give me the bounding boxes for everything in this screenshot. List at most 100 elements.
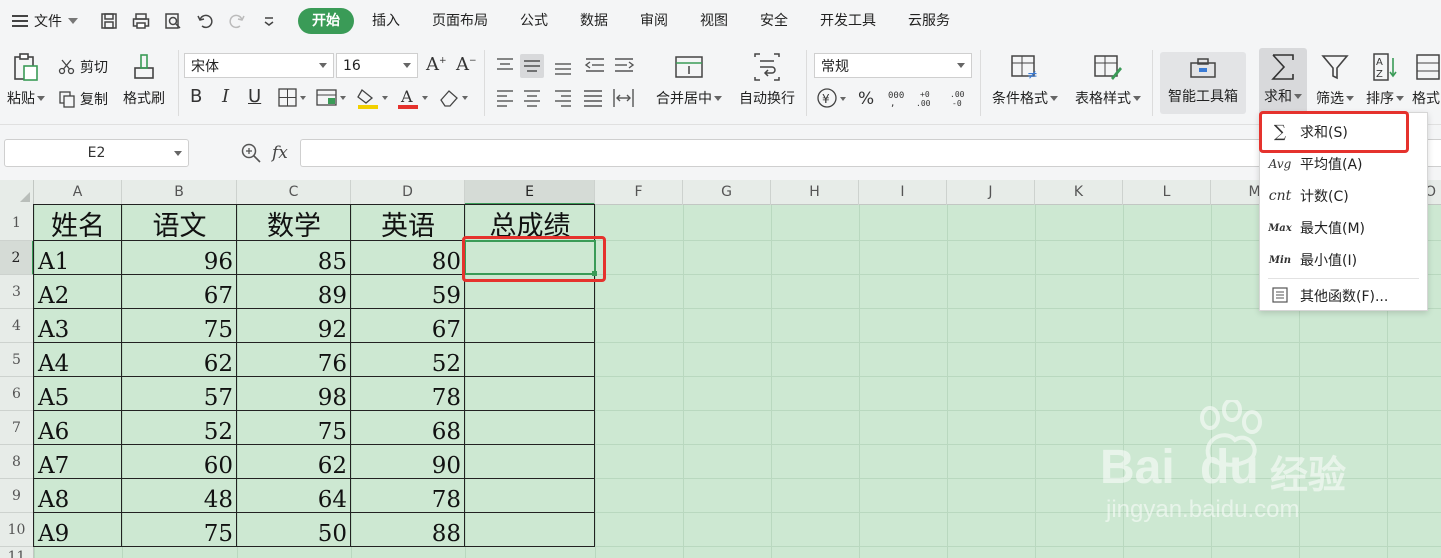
- font-color-icon[interactable]: A: [396, 86, 430, 110]
- font-name-select[interactable]: 宋体: [184, 53, 334, 78]
- table-cell[interactable]: [465, 479, 595, 513]
- column-header-d[interactable]: D: [351, 180, 465, 205]
- table-cell[interactable]: 75: [122, 309, 237, 343]
- vertical-align-group[interactable]: [494, 54, 636, 78]
- table-cell[interactable]: 90: [351, 445, 465, 479]
- column-header-k[interactable]: K: [1035, 180, 1123, 205]
- column-header-e[interactable]: E: [465, 180, 595, 205]
- tab-developer[interactable]: 开发工具: [806, 8, 890, 34]
- table-cell[interactable]: 50: [237, 513, 351, 547]
- format-painter-button[interactable]: 格式刷: [118, 42, 170, 122]
- table-cell[interactable]: 78: [351, 479, 465, 513]
- paste-button[interactable]: 粘贴: [4, 42, 48, 122]
- table-cell[interactable]: A7: [34, 445, 122, 479]
- column-header-b[interactable]: B: [122, 180, 237, 205]
- underline-icon[interactable]: U: [248, 86, 261, 107]
- number-format-select[interactable]: 常规: [814, 53, 972, 78]
- column-header-i[interactable]: I: [859, 180, 947, 205]
- table-cell[interactable]: A5: [34, 377, 122, 411]
- tab-review[interactable]: 审阅: [626, 8, 682, 34]
- insert-function-icon[interactable]: fx: [272, 143, 288, 163]
- column-header-h[interactable]: H: [771, 180, 859, 205]
- table-cell[interactable]: 75: [122, 513, 237, 547]
- table-cell[interactable]: 68: [351, 411, 465, 445]
- row-header-8[interactable]: 8: [0, 445, 34, 479]
- tab-formulas[interactable]: 公式: [506, 8, 562, 34]
- row-header-4[interactable]: 4: [0, 309, 34, 343]
- row-header-9[interactable]: 9: [0, 479, 34, 513]
- merge-center-button[interactable]: 合并居中: [652, 42, 726, 122]
- table-cell[interactable]: [465, 445, 595, 479]
- column-header-f[interactable]: F: [595, 180, 683, 205]
- decrease-font-icon[interactable]: A−: [456, 54, 477, 75]
- table-cell[interactable]: 59: [351, 275, 465, 309]
- copy-button[interactable]: 复制: [58, 89, 108, 109]
- table-cell[interactable]: 57: [122, 377, 237, 411]
- tab-security[interactable]: 安全: [746, 8, 802, 34]
- autosum-button[interactable]: 求和: [1259, 48, 1307, 114]
- table-cell[interactable]: 52: [122, 411, 237, 445]
- customize-toolbar-icon[interactable]: [260, 12, 278, 30]
- table-cell[interactable]: [465, 513, 595, 547]
- tab-page-layout[interactable]: 页面布局: [418, 8, 502, 34]
- table-cell[interactable]: [465, 411, 595, 445]
- smart-toolbox-button[interactable]: 智能工具箱: [1160, 52, 1246, 114]
- row-header-10[interactable]: 10: [0, 513, 34, 547]
- table-cell[interactable]: A2: [34, 275, 122, 309]
- table-cell[interactable]: 64: [237, 479, 351, 513]
- filter-button[interactable]: 筛选: [1311, 42, 1359, 122]
- header-cell[interactable]: 数学: [237, 205, 351, 242]
- menu-item-max[interactable]: Max 最大值(M): [1260, 212, 1427, 244]
- row-header-6[interactable]: 6: [0, 377, 34, 411]
- print-preview-icon[interactable]: [164, 12, 182, 30]
- table-cell[interactable]: 92: [237, 309, 351, 343]
- table-cell[interactable]: A6: [34, 411, 122, 445]
- tab-insert[interactable]: 插入: [358, 8, 414, 34]
- table-cell[interactable]: [465, 377, 595, 411]
- sort-button[interactable]: AZ 排序: [1361, 42, 1409, 122]
- table-cell[interactable]: A1: [34, 241, 122, 275]
- italic-icon[interactable]: I: [222, 86, 229, 107]
- column-header-l[interactable]: L: [1123, 180, 1211, 205]
- table-cell[interactable]: A9: [34, 513, 122, 547]
- header-cell[interactable]: 语文: [122, 205, 237, 242]
- table-cell[interactable]: 52: [351, 343, 465, 377]
- name-box[interactable]: E2: [4, 139, 189, 167]
- number-format-group[interactable]: ¥ % 000 , +0 .00 .00 -0: [816, 86, 976, 110]
- cut-button[interactable]: 剪切: [58, 57, 108, 77]
- table-cell[interactable]: 60: [122, 445, 237, 479]
- print-icon[interactable]: [132, 12, 150, 30]
- table-cell[interactable]: 85: [237, 241, 351, 275]
- cell-style-icon[interactable]: [316, 88, 348, 108]
- horizontal-align-group[interactable]: [494, 86, 636, 110]
- undo-icon[interactable]: [196, 12, 214, 30]
- file-menu[interactable]: 文件: [0, 0, 90, 42]
- bold-icon[interactable]: B: [190, 86, 202, 107]
- menu-item-count[interactable]: cnt 计数(C): [1260, 180, 1427, 212]
- table-cell[interactable]: 48: [122, 479, 237, 513]
- table-cell[interactable]: 76: [237, 343, 351, 377]
- table-cell[interactable]: 88: [351, 513, 465, 547]
- border-icon[interactable]: [278, 88, 308, 108]
- column-header-c[interactable]: C: [237, 180, 351, 205]
- column-header-a[interactable]: A: [34, 180, 122, 205]
- conditional-format-button[interactable]: ≠ 条件格式: [986, 42, 1064, 122]
- fill-color-icon[interactable]: [356, 86, 390, 110]
- header-cell[interactable]: 姓名: [34, 205, 122, 242]
- column-header-j[interactable]: J: [947, 180, 1035, 205]
- table-cell[interactable]: 62: [122, 343, 237, 377]
- table-cell[interactable]: 62: [237, 445, 351, 479]
- save-icon[interactable]: [100, 12, 118, 30]
- zoom-formula-icon[interactable]: [240, 142, 262, 164]
- format-button[interactable]: 格式: [1411, 42, 1441, 122]
- table-cell[interactable]: A8: [34, 479, 122, 513]
- table-cell[interactable]: 67: [122, 275, 237, 309]
- row-header-3[interactable]: 3: [0, 275, 34, 309]
- row-header-2[interactable]: 2: [0, 241, 34, 275]
- increase-font-icon[interactable]: A+: [426, 54, 447, 75]
- table-cell[interactable]: 78: [351, 377, 465, 411]
- font-size-select[interactable]: 16: [336, 53, 418, 78]
- eraser-icon[interactable]: [438, 86, 472, 110]
- menu-item-more-functions[interactable]: 其他函数(F)...: [1260, 280, 1427, 312]
- table-style-button[interactable]: 表格样式: [1068, 42, 1148, 122]
